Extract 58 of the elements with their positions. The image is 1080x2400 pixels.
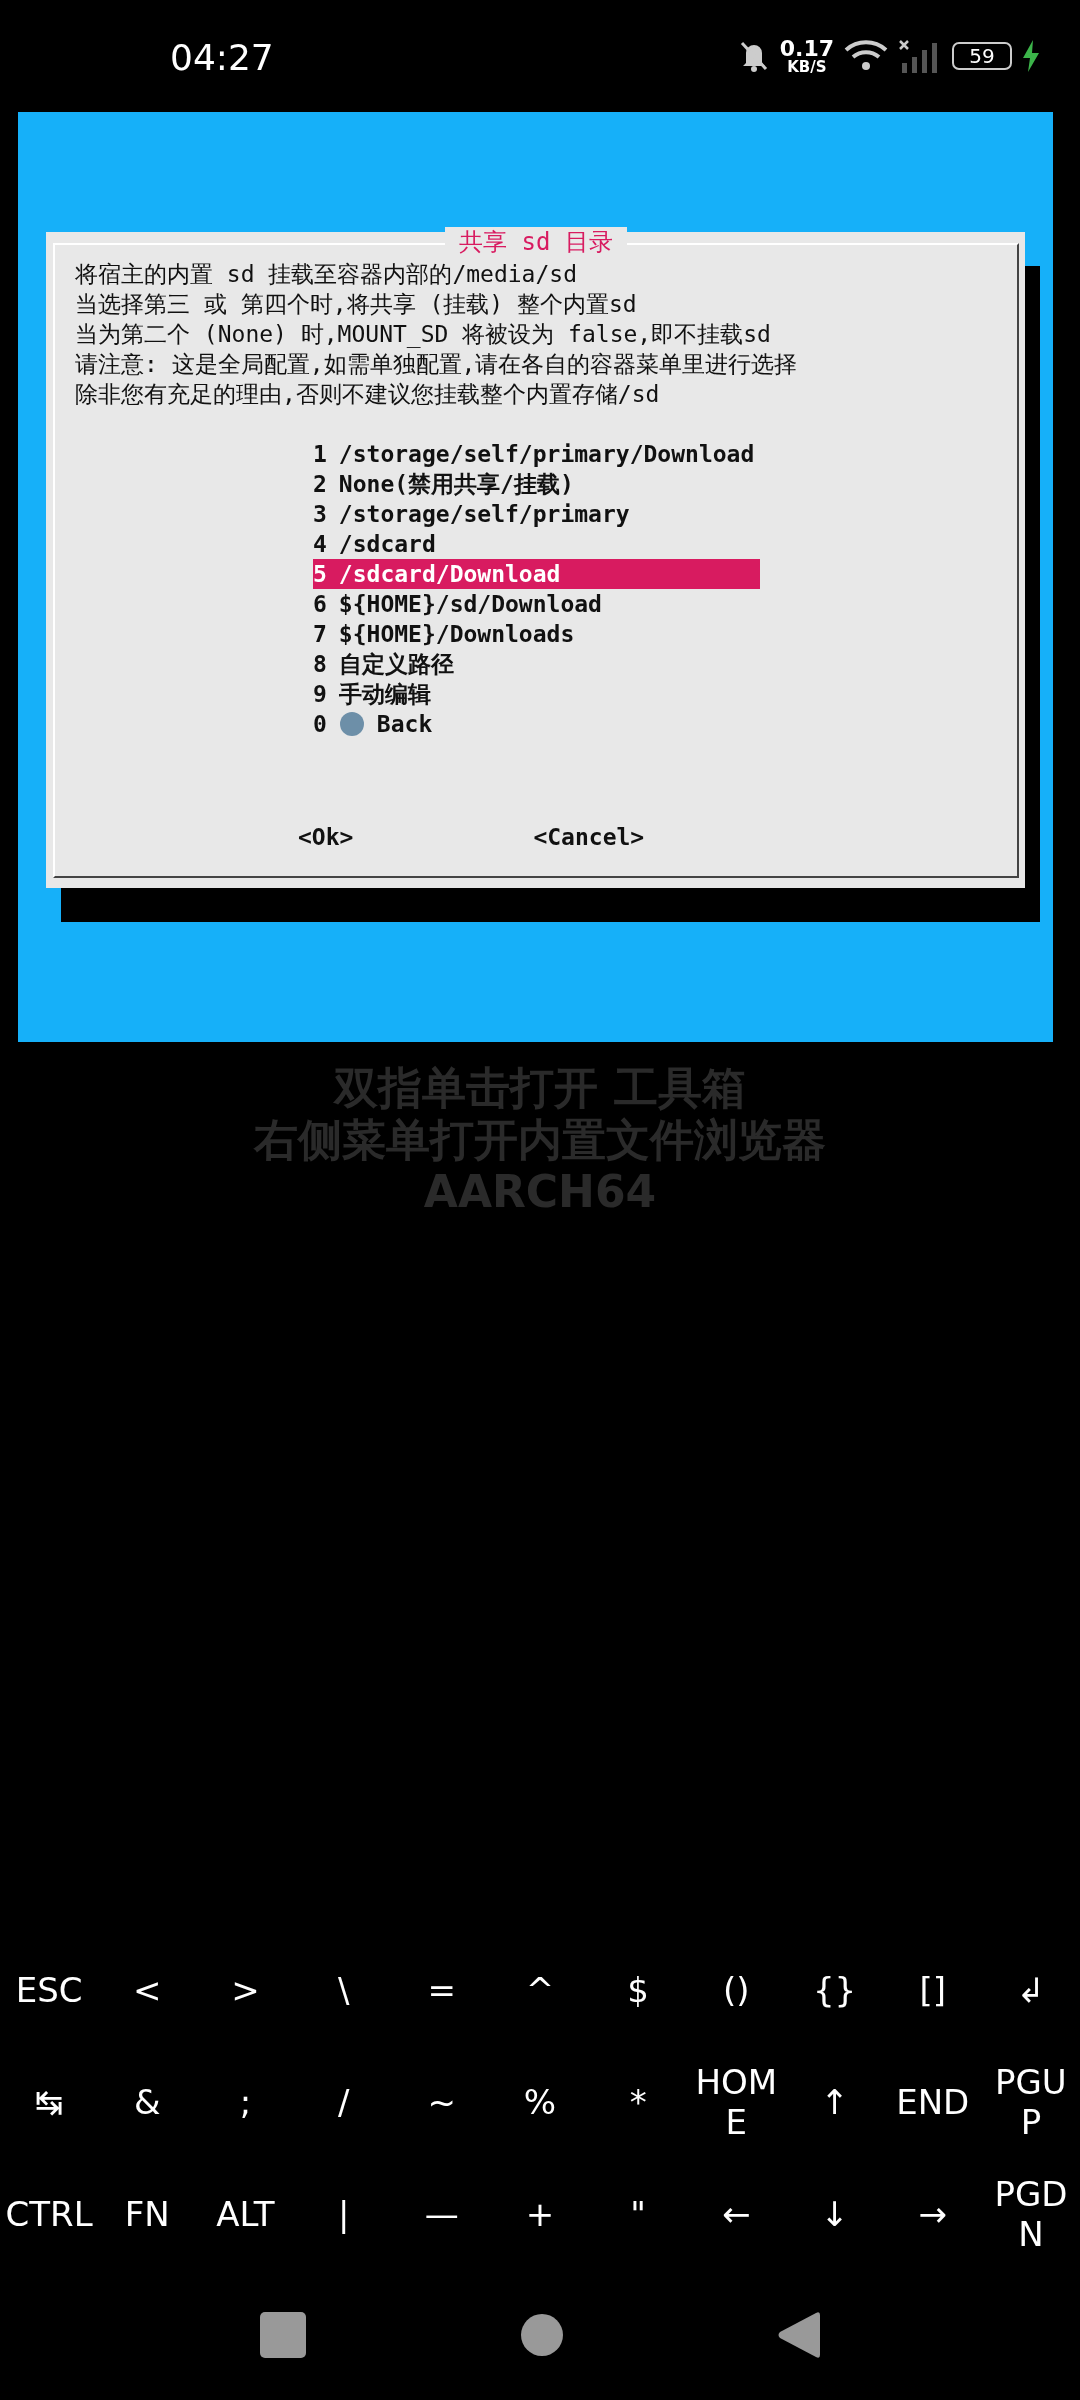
keyboard-key[interactable]: + xyxy=(494,2194,586,2234)
keyboard-key[interactable]: → xyxy=(886,2194,979,2234)
menu-item[interactable]: 5 /sdcard/Download xyxy=(313,559,760,589)
cancel-button[interactable]: <Cancel> xyxy=(533,824,645,850)
keyboard-key[interactable]: () xyxy=(690,1970,783,2010)
keyboard-key[interactable]: ↲ xyxy=(984,1970,1077,2010)
wifi-icon xyxy=(844,40,888,72)
keyboard-key[interactable]: ↑ xyxy=(788,2082,881,2122)
keyboard-key[interactable]: ^ xyxy=(494,1970,586,2010)
clock: 04:27 xyxy=(170,35,275,78)
keyboard-key[interactable]: % xyxy=(494,2082,586,2122)
menu-item[interactable]: 4 /sdcard xyxy=(313,529,760,559)
keyboard-key[interactable]: PGUP xyxy=(984,2062,1077,2142)
keyboard-key[interactable]: ↹ xyxy=(3,2082,96,2122)
menu-item[interactable]: 7 ${HOME}/Downloads xyxy=(313,619,760,649)
keyboard-key[interactable]: * xyxy=(592,2082,685,2122)
dialog-title: 共享 sd 目录 xyxy=(445,227,627,257)
keyboard-key[interactable]: \ xyxy=(297,1970,390,2010)
menu-item[interactable]: 0 Back xyxy=(313,709,760,739)
keyboard-key[interactable]: ~ xyxy=(395,2082,488,2122)
description-text: 请注意: 这是全局配置,如需单独配置,请在各自的容器菜单里进行选择 xyxy=(75,350,799,379)
keyboard-key[interactable]: & xyxy=(101,2082,194,2122)
keyboard-key[interactable]: — xyxy=(395,2194,488,2234)
keyboard-key[interactable]: / xyxy=(297,2082,390,2122)
keyboard-key[interactable]: CTRL xyxy=(3,2194,96,2234)
back-button[interactable] xyxy=(778,2311,820,2359)
keyboard-key[interactable]: PGDN xyxy=(984,2174,1077,2254)
keyboard-key[interactable]: {} xyxy=(788,1970,881,2010)
description-text: 将宿主的内置 sd 挂载至容器内部的/media/sd xyxy=(75,260,578,289)
menu-item[interactable]: 3 /storage/self/primary xyxy=(313,499,760,529)
ok-button[interactable]: <Ok> xyxy=(298,824,354,850)
menu-item[interactable]: 6 ${HOME}/sd/Download xyxy=(313,589,760,619)
keyboard-key[interactable]: [] xyxy=(886,1970,979,2010)
keyboard-key[interactable]: ALT xyxy=(199,2194,292,2234)
description-text: 除非您有充足的理由,否则不建议您挂载整个内置存储/sd xyxy=(75,380,661,409)
keyboard-key[interactable]: = xyxy=(395,1970,488,2010)
description-text: 当选择第三 或 第四个时,将共享 (挂载) 整个内置sd xyxy=(75,290,638,319)
keyboard-key[interactable]: ; xyxy=(199,2082,292,2122)
menu-item[interactable]: 2 None(禁用共享/挂载) xyxy=(313,469,760,499)
speed-value: 0.17 xyxy=(779,37,834,60)
keyboard-key[interactable]: HOME xyxy=(690,2062,783,2142)
keyboard-key[interactable]: ESC xyxy=(3,1970,96,2010)
keyboard-key[interactable]: | xyxy=(297,2194,390,2234)
keyboard-key[interactable]: END xyxy=(886,2082,979,2122)
keyboard-key[interactable]: > xyxy=(199,1970,292,2010)
keyboard-key[interactable]: ↓ xyxy=(788,2194,881,2234)
speed-unit: KB/S xyxy=(787,59,827,75)
keyboard-key[interactable]: ← xyxy=(690,2194,783,2234)
battery-indicator: 59 xyxy=(952,42,1012,70)
keyboard-key[interactable]: " xyxy=(592,2194,685,2234)
home-button[interactable] xyxy=(521,2314,563,2356)
menu-item[interactable]: 1 /storage/self/primary/Download xyxy=(313,439,760,469)
keyboard-key[interactable]: $ xyxy=(592,1970,685,2010)
keyboard-key[interactable]: < xyxy=(101,1970,194,2010)
keyboard-key[interactable]: FN xyxy=(101,2194,194,2234)
description-text: 当为第二个 (None) 时,MOUNT_SD 将被设为 false,即不挂载sd xyxy=(75,320,772,349)
menu-item[interactable]: 9 手动编辑 xyxy=(313,679,760,709)
menu-item[interactable]: 8 自定义路径 xyxy=(313,649,760,679)
